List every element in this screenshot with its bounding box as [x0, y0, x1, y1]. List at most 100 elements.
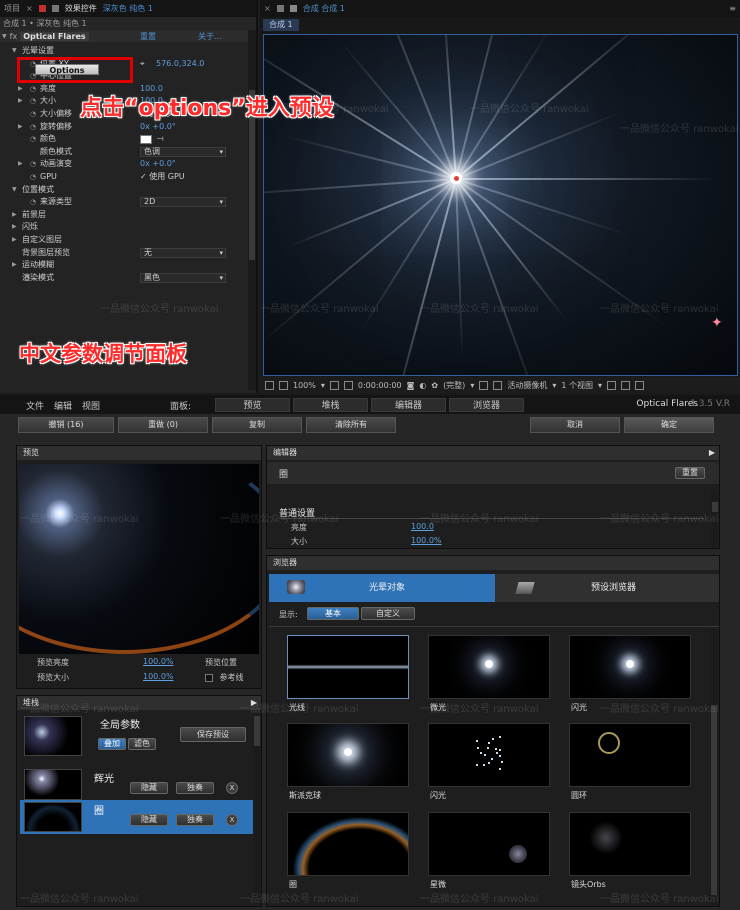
ok-button[interactable]: 确定 — [624, 417, 714, 433]
param-row[interactable]: ▶ ◔ 旋转偏移 0x +0.0° — [0, 121, 250, 134]
twirl-closed-icon[interactable]: ▶ — [18, 83, 23, 96]
lens-object-thumbnail[interactable] — [569, 635, 691, 699]
twirl-closed-icon[interactable]: ▶ — [18, 158, 23, 171]
fx-reset-link[interactable]: 重置 — [140, 31, 156, 42]
twirl-closed-icon[interactable]: ▶ — [12, 221, 17, 234]
param-row[interactable]: ▶ ◔ 动画演变 0x +0.0° — [0, 158, 250, 171]
twirl-open-icon[interactable]: ▼ — [12, 45, 17, 58]
flare-center-handle[interactable] — [454, 176, 459, 181]
tab-menu-icon[interactable]: ≡ — [729, 4, 736, 13]
stopwatch-icon[interactable]: ◔ — [30, 171, 36, 184]
twirl-closed-icon[interactable]: ▶ — [12, 234, 17, 247]
panel-arrow-icon[interactable]: ▶ — [251, 696, 257, 710]
lens-object-thumbnail[interactable] — [428, 635, 550, 699]
lock-icon[interactable] — [38, 5, 46, 12]
zoom-select[interactable]: 100% — [293, 381, 316, 390]
color-channel-icon[interactable]: ✿ — [431, 381, 438, 390]
preview-canvas[interactable] — [19, 464, 259, 654]
solo-button[interactable]: 独奏 — [176, 782, 214, 794]
stopwatch-icon[interactable]: ◔ — [30, 133, 36, 146]
copy-button[interactable]: 复制 — [212, 417, 302, 433]
views-select[interactable]: 1 个视图 — [561, 380, 593, 391]
panel-tab-editor[interactable]: 编辑器 — [371, 398, 446, 412]
param-row[interactable]: ◔ 来源类型 2D — [0, 196, 250, 209]
param-value[interactable]: ✓ 使用 GPU — [140, 171, 185, 184]
close-icon[interactable]: × — [26, 4, 33, 13]
remove-icon[interactable]: X — [226, 782, 238, 794]
tab-project[interactable]: 项目 — [4, 3, 20, 14]
param-row[interactable]: ▶ 前景层 — [0, 209, 250, 222]
lens-object-thumbnail[interactable] — [287, 812, 409, 876]
filter-basic-button[interactable]: 基本 — [307, 607, 359, 620]
crosshair-icon[interactable]: ⌖ — [140, 58, 145, 71]
cancel-button[interactable]: 取消 — [530, 417, 620, 433]
stopwatch-icon[interactable]: ◔ — [30, 158, 36, 171]
menu-icon[interactable] — [51, 5, 59, 12]
twirl-closed-icon[interactable]: ▶ — [12, 259, 17, 272]
stack-global-row[interactable]: 全局参数 叠加 滤色 保存预设 — [20, 713, 260, 765]
param-row[interactable]: ◔ 颜色 ⟞ — [0, 133, 250, 146]
tab-effect-controls[interactable]: 效果控件 — [65, 3, 97, 14]
timeline-icon[interactable] — [621, 380, 630, 390]
camera-dropdown-icon[interactable]: ▾ — [552, 381, 556, 390]
comp-subtab[interactable]: 合成 1 — [263, 19, 299, 31]
param-row[interactable]: 颜色模式 色调 — [0, 146, 250, 159]
stopwatch-icon[interactable]: ◔ — [30, 108, 36, 121]
twirl-closed-icon[interactable]: ▶ — [12, 209, 17, 222]
param-row[interactable]: 背景图层预览 无 — [0, 247, 250, 260]
preview-size-value[interactable]: 100.0% — [143, 672, 174, 681]
editor-reset-button[interactable]: 重置 — [675, 467, 705, 479]
tab-composition[interactable]: 合成 合成 1 — [303, 3, 345, 14]
always-preview-icon[interactable] — [265, 380, 274, 390]
composition-viewer[interactable]: ✦ — [263, 34, 738, 376]
eyedropper-icon[interactable]: ⟞ — [157, 133, 164, 146]
blend-add-button[interactable]: 叠加 — [98, 738, 126, 750]
solo-button[interactable]: 独奏 — [176, 814, 214, 826]
editor-scrollbar[interactable] — [711, 490, 718, 546]
param-value[interactable]: 0x +0.0° — [140, 121, 176, 134]
preview-brightness-value[interactable]: 100.0% — [143, 657, 174, 666]
param-row[interactable]: ▼ 位置模式 — [0, 184, 250, 197]
resolution-dropdown-icon[interactable]: ▾ — [470, 381, 474, 390]
lens-object-thumbnail[interactable] — [569, 723, 691, 787]
param-value[interactable]: 0x +0.0° — [140, 158, 176, 171]
views-dropdown-icon[interactable]: ▾ — [598, 381, 602, 390]
lens-object-thumbnail[interactable] — [428, 723, 550, 787]
timecode[interactable]: 0:00:00:00 — [358, 381, 402, 390]
editor-size-value[interactable]: 100.0% — [411, 536, 442, 545]
lens-object-thumbnail[interactable] — [287, 723, 409, 787]
lens-object-thumbnail[interactable] — [569, 812, 691, 876]
browser-scrollbar[interactable] — [710, 629, 718, 905]
twirl-closed-icon[interactable]: ▶ — [18, 121, 23, 134]
stack-item-glow[interactable]: 辉光 隐藏 独奏 X — [20, 766, 260, 804]
zoom-dropdown-icon[interactable]: ▾ — [321, 381, 325, 390]
grid-icon[interactable] — [329, 380, 339, 390]
panel-tab-stack[interactable]: 堆栈 — [293, 398, 368, 412]
param-row[interactable]: ◔ GPU ✓ 使用 GPU — [0, 171, 250, 184]
stopwatch-icon[interactable]: ◔ — [30, 121, 36, 134]
menu-edit[interactable]: 编辑 — [54, 399, 72, 412]
display-icon[interactable] — [279, 380, 288, 390]
lens-object-thumbnail[interactable] — [428, 812, 550, 876]
mask-icon[interactable] — [343, 380, 353, 390]
remove-icon[interactable]: X — [226, 814, 238, 826]
stopwatch-icon[interactable]: ◔ — [30, 83, 36, 96]
twirl-open-icon[interactable]: ▼ — [12, 184, 17, 197]
stopwatch-icon[interactable]: ◔ — [30, 95, 36, 108]
checkbox-icon[interactable] — [205, 673, 213, 682]
lock-icon[interactable] — [289, 5, 297, 12]
lens-object-thumbnail[interactable] — [287, 635, 409, 699]
flowchart-icon[interactable] — [635, 380, 644, 390]
param-value[interactable]: 576.0,324.0 — [156, 58, 204, 71]
resolution-select[interactable]: (完整) — [443, 380, 465, 391]
tab-effect-controls-layer[interactable]: 深灰色 纯色 1 — [103, 3, 153, 14]
param-row[interactable]: ▶ 自定义图层 — [0, 234, 250, 247]
param-dropdown[interactable]: 无 — [140, 247, 226, 258]
transparency-grid-icon[interactable] — [493, 380, 503, 390]
color-swatch[interactable] — [140, 135, 152, 145]
panel-tab-preview[interactable]: 预览 — [215, 398, 290, 412]
region-icon[interactable] — [479, 380, 489, 390]
twirl-closed-icon[interactable]: ▶ — [18, 95, 23, 108]
stack-scrollbar[interactable] — [253, 714, 260, 904]
param-row[interactable]: ▼ 光晕设置 — [0, 45, 250, 58]
